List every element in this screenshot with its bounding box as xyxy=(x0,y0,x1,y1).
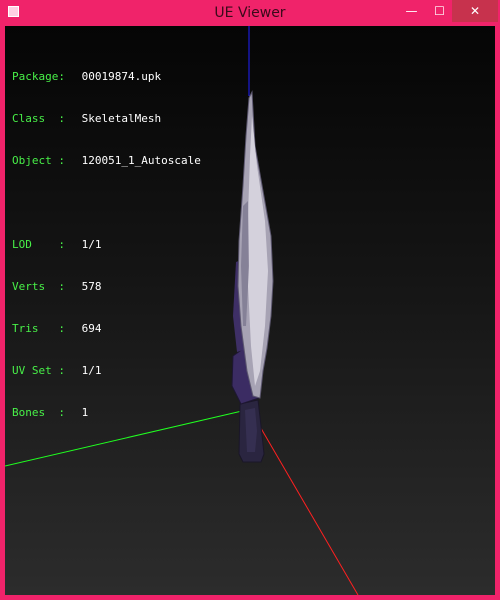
class-value: SkeletalMesh xyxy=(81,112,162,125)
lod-label: LOD : xyxy=(12,238,65,251)
minimize-button[interactable]: — xyxy=(398,0,425,22)
close-button[interactable]: ✕ xyxy=(452,0,498,22)
skeletal-mesh-dagger xyxy=(231,90,274,463)
object-value: 120051_1_Autoscale xyxy=(81,154,201,167)
tris-value: 694 xyxy=(81,322,102,335)
app-window: UE Viewer — ☐ ✕ Package: 00019874.upk Cl… xyxy=(0,0,500,600)
verts-value: 578 xyxy=(81,280,102,293)
window-title: UE Viewer xyxy=(214,5,286,21)
close-icon: ✕ xyxy=(469,4,481,18)
class-label: Class : xyxy=(12,112,65,125)
mesh-info-panel: Package: 00019874.upk Class : SkeletalMe… xyxy=(12,42,201,448)
lod-value: 1/1 xyxy=(81,238,102,251)
bones-label: Bones : xyxy=(12,406,65,419)
x-axis-line xyxy=(254,417,359,595)
maximize-button[interactable]: ☐ xyxy=(426,0,453,22)
uvset-label: UV Set : xyxy=(12,364,65,377)
uvset-value: 1/1 xyxy=(81,364,102,377)
bones-value: 1 xyxy=(81,406,89,419)
minimize-icon: — xyxy=(405,4,418,18)
package-value: 00019874.upk xyxy=(81,70,162,83)
tris-label: Tris : xyxy=(12,322,65,335)
package-label: Package: xyxy=(12,70,65,83)
viewport[interactable]: Package: 00019874.upk Class : SkeletalMe… xyxy=(5,26,495,595)
object-label: Object : xyxy=(12,154,65,167)
verts-label: Verts : xyxy=(12,280,65,293)
maximize-icon: ☐ xyxy=(434,4,445,18)
title-bar[interactable]: UE Viewer — ☐ ✕ xyxy=(0,0,500,26)
